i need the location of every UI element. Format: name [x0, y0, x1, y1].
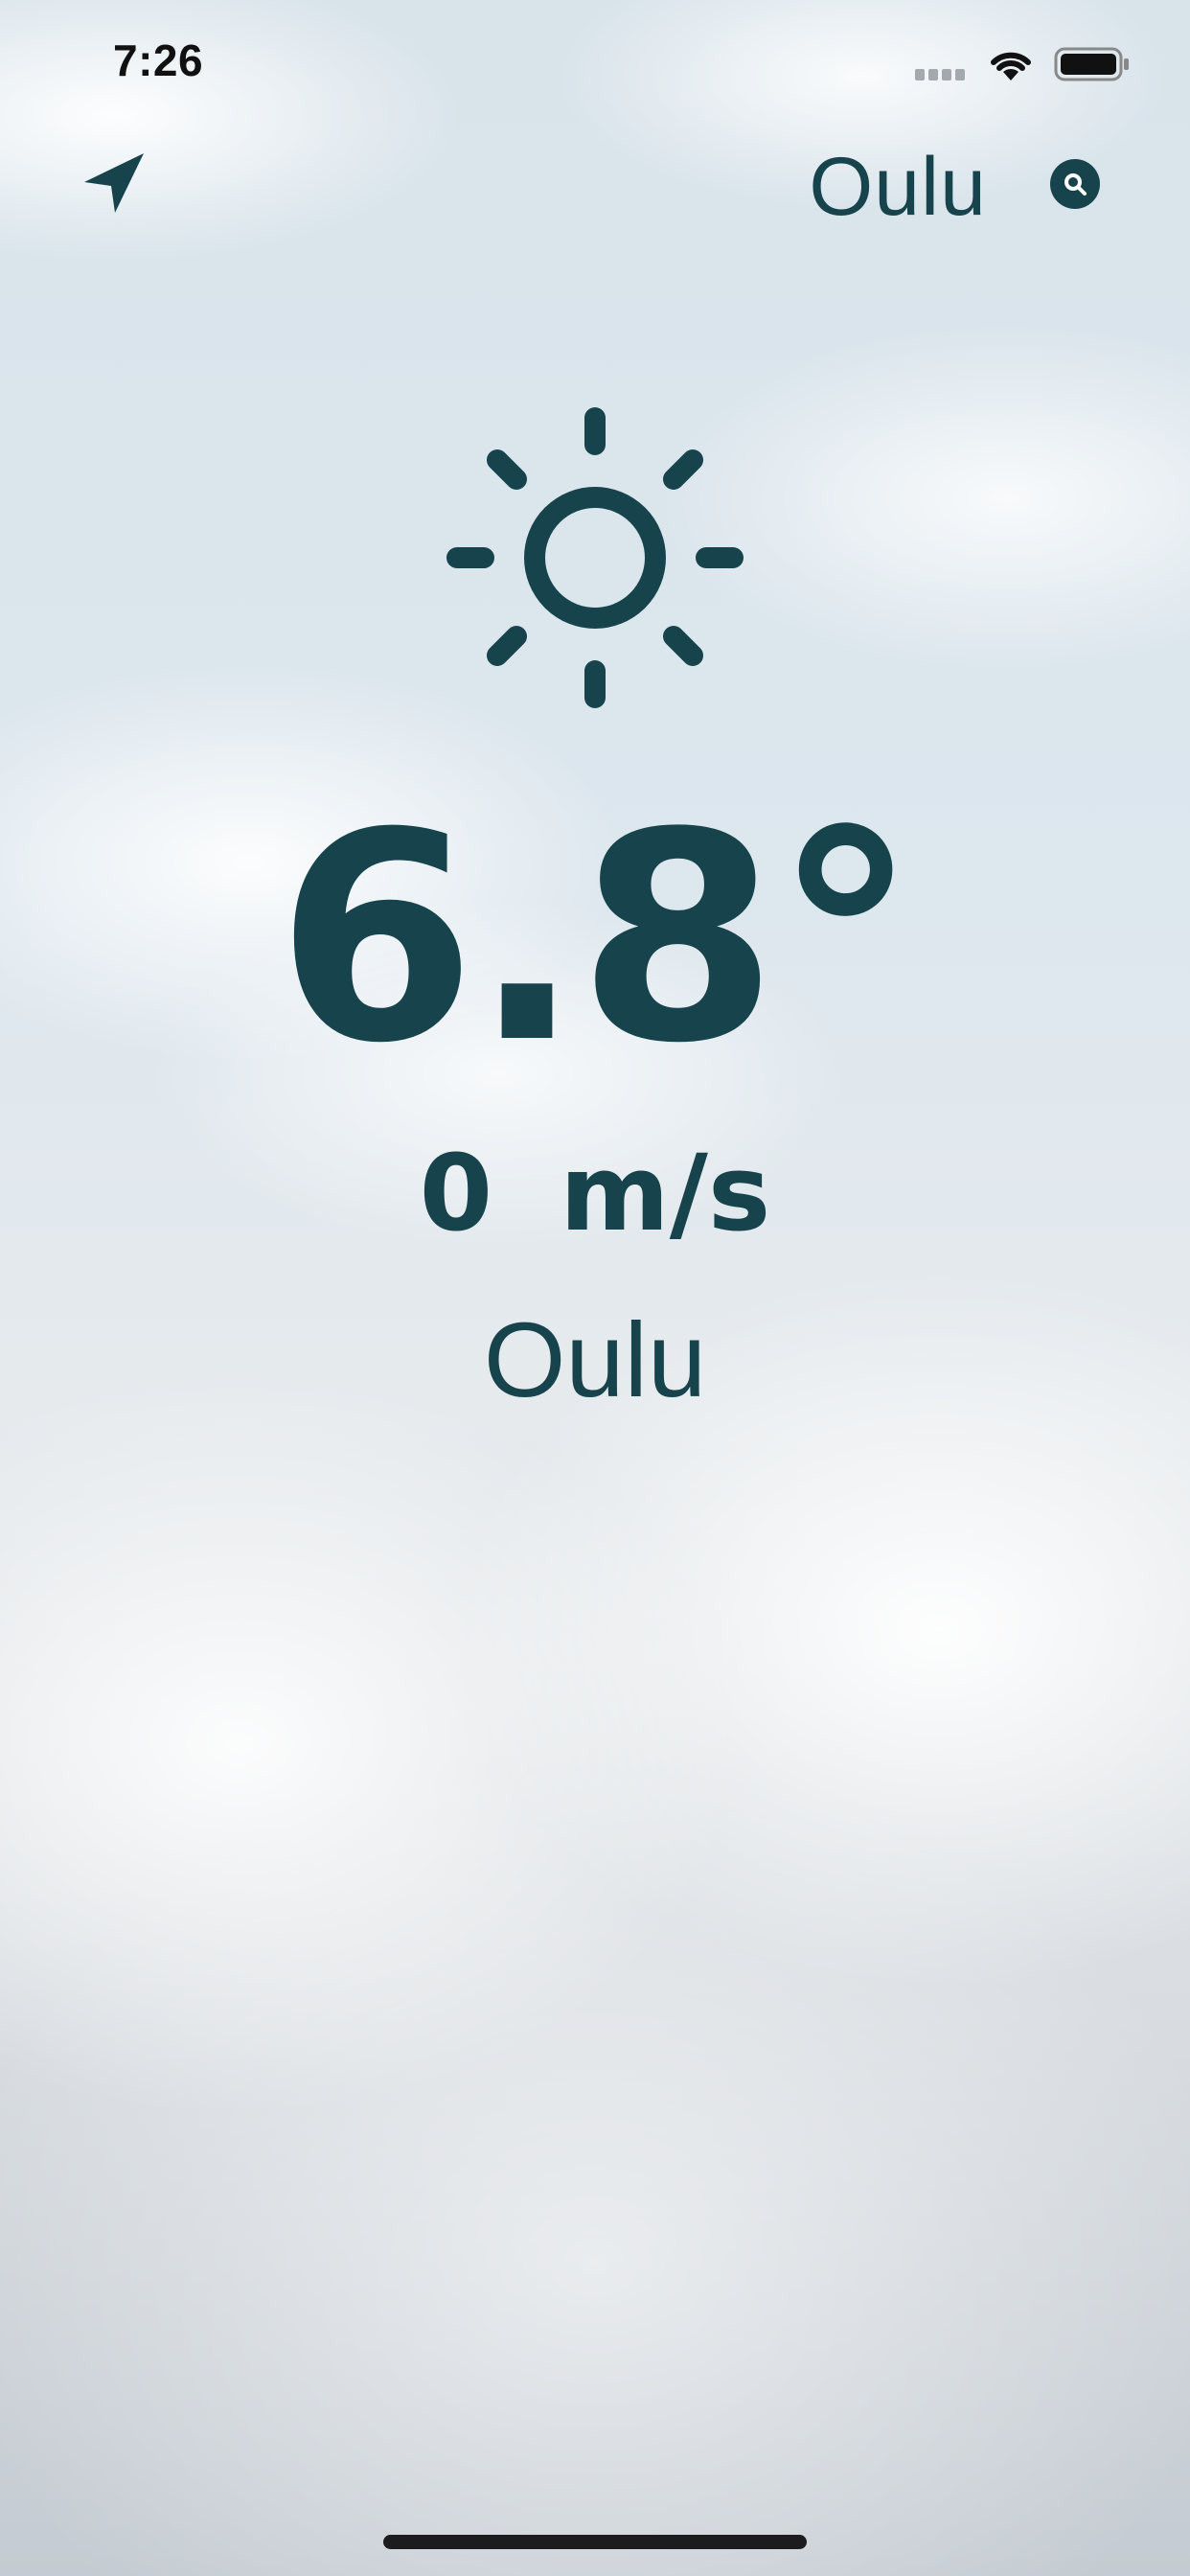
search-button[interactable]	[1050, 159, 1100, 209]
location-arrow-icon[interactable]	[82, 151, 146, 215]
battery-icon	[1054, 47, 1129, 81]
wind-speed: 0 m/s	[0, 1140, 1190, 1246]
temperature-value: 6.8°	[276, 771, 917, 1106]
wind-unit: m/s	[560, 1132, 771, 1254]
wifi-icon	[991, 52, 1031, 80]
sun-icon	[446, 407, 744, 708]
status-time: 7:26	[113, 35, 204, 85]
wind-value: 0	[419, 1132, 493, 1254]
sky-background	[0, 0, 1190, 2576]
status-bar: 7:26	[0, 0, 1190, 129]
home-indicator[interactable]	[383, 2535, 807, 2549]
city-name: Oulu	[483, 1301, 707, 1419]
cellular-signal-icon	[915, 69, 965, 82]
header-city-name: Oulu	[809, 141, 987, 233]
search-icon	[1064, 173, 1087, 196]
